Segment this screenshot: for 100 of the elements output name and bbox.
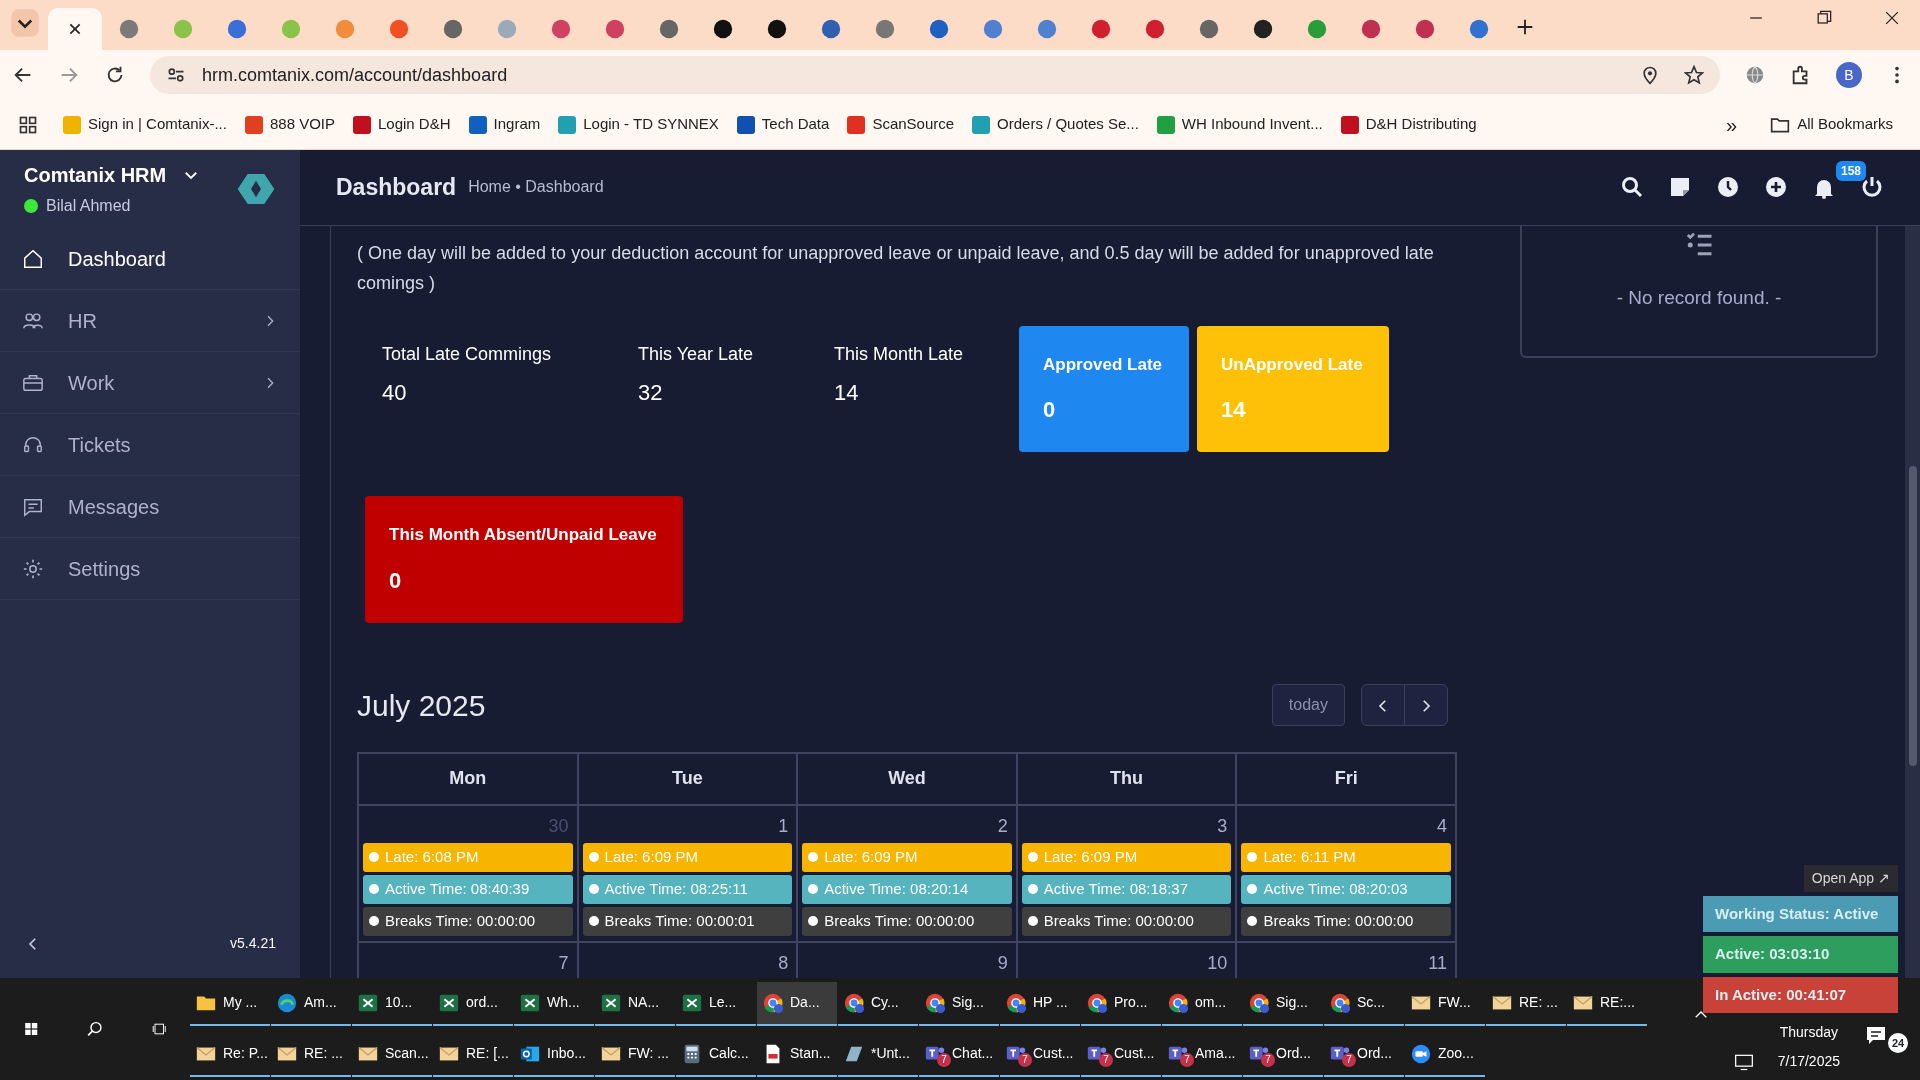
browser-icon	[762, 991, 784, 1014]
plus-circle-icon[interactable]	[1764, 175, 1788, 200]
browser-icon	[843, 991, 865, 1014]
search-icon[interactable]	[1620, 175, 1644, 200]
stat-label: This Month Late	[834, 342, 965, 366]
calendar-event[interactable]: Breaks Time: 00:00:00	[802, 906, 1012, 936]
calendar-title: July 2025	[357, 687, 486, 724]
taskbar-item[interactable]: Cy...	[838, 981, 918, 1026]
stat-label: Approved Late	[1043, 353, 1164, 376]
status-row: Working Status: Active	[1703, 895, 1898, 932]
taskbar-item[interactable]: RE:...	[1567, 981, 1647, 1026]
stat-value: 14	[1221, 396, 1247, 425]
home-icon	[22, 247, 44, 270]
bookmark-link[interactable]: D&H Distributing	[1365, 113, 1477, 136]
stat-label: UnApproved Late	[1221, 353, 1364, 376]
settings-icon	[22, 557, 44, 580]
taskbar-item[interactable]: 7 Cust...	[1081, 1032, 1161, 1077]
profile-avatar[interactable]: B	[1836, 62, 1862, 88]
taskbar-item[interactable]: My ...	[190, 981, 270, 1026]
calendar-event[interactable]: Breaks Time: 00:00:01	[582, 906, 793, 936]
taskbar-item[interactable]: NA...	[595, 981, 675, 1026]
taskbar-item[interactable]: 7 Ama...	[1162, 1032, 1242, 1077]
bookmark-link[interactable]: Login D&H	[378, 113, 451, 136]
browser-icon	[1086, 991, 1108, 1014]
bookmark-link[interactable]: Ingram	[493, 113, 541, 136]
open-app-button[interactable]: Open App ↗	[1803, 864, 1898, 892]
close-icon[interactable]	[67, 21, 83, 37]
taskbar-item[interactable]: Zoo...	[1405, 1032, 1485, 1077]
stat-value: 0	[1043, 396, 1057, 425]
day-header: Tue	[577, 752, 798, 805]
calendar-event[interactable]: Breaks Time: 00:00:00	[1021, 906, 1232, 936]
taskbar-item[interactable]: Re: P...	[190, 1032, 270, 1077]
taskbar-item[interactable]: Am...	[271, 981, 351, 1026]
unread-badge: 7	[1342, 1052, 1356, 1067]
today-button[interactable]: today	[1271, 684, 1345, 727]
taskbar-item[interactable]: Le...	[676, 981, 756, 1026]
calendar-event[interactable]: Breaks Time: 00:00:00	[1241, 906, 1451, 936]
tab-list-icon[interactable]	[10, 8, 40, 38]
date-number: 9	[996, 951, 1009, 975]
location-pin-icon[interactable]	[1640, 65, 1660, 85]
taskbar-item[interactable]: 10...	[352, 981, 432, 1026]
taskbar-item[interactable]: FW...	[1405, 981, 1485, 1026]
user-name: Bilal Ahmed	[46, 196, 131, 216]
site-settings-icon[interactable]	[166, 65, 186, 85]
clock-day[interactable]: Thursday	[1777, 1022, 1840, 1043]
taskbar-item[interactable]: Inbo...	[514, 1032, 594, 1077]
taskbar-item[interactable]: RE: ...	[271, 1032, 351, 1077]
bookmark-link[interactable]: WH Inbound Invent...	[1181, 113, 1323, 136]
power-icon[interactable]	[1860, 175, 1884, 200]
bookmark-link[interactable]: Sign in | Comtanix-...	[88, 113, 227, 136]
address-bar[interactable]: hrm.comtanix.com/account/dashboard	[150, 56, 1720, 94]
scrollbar[interactable]	[1905, 225, 1920, 978]
bookmark-link[interactable]: Orders / Quotes Se...	[997, 113, 1139, 136]
taskbar-item[interactable]: Pro...	[1081, 981, 1161, 1026]
bookmark-link[interactable]: ScanSource	[872, 113, 955, 136]
clock-date[interactable]: 7/17/2025	[1777, 1051, 1840, 1072]
taskbar-item[interactable]: 7 Ord...	[1324, 1032, 1404, 1077]
taskbar-item[interactable]: Stan...	[757, 1032, 837, 1077]
more-bookmarks-button[interactable]: »	[1726, 109, 1738, 140]
browser-icon	[1167, 991, 1189, 1014]
taskbar-item[interactable]: Da...	[757, 981, 837, 1026]
taskbar-item[interactable]: 7 Chat...	[919, 1032, 999, 1077]
taskbar-item[interactable]: HP ...	[1000, 981, 1080, 1026]
clock-icon[interactable]	[1716, 175, 1740, 200]
taskbar-item[interactable]: Sig...	[919, 981, 999, 1026]
taskbar-item[interactable]: RE: [...	[433, 1032, 513, 1077]
browser-icon	[1329, 991, 1351, 1014]
stat-label: This Year Late	[638, 342, 755, 366]
taskbar-item[interactable]: Sig...	[1243, 981, 1323, 1026]
edge-icon	[276, 991, 298, 1014]
stat-label: This Month Absent/Unpaid Leave	[389, 524, 658, 547]
page-title: Dashboard	[336, 173, 457, 203]
notification-count: 158	[1836, 160, 1867, 181]
globe-icon[interactable]	[1744, 64, 1766, 86]
taskbar-item[interactable]: 7 Ord...	[1243, 1032, 1323, 1077]
notification-count: 24	[1888, 1033, 1908, 1054]
taskbar-item[interactable]: FW: ...	[595, 1032, 675, 1077]
taskbar-item[interactable]: 7 Cust...	[1000, 1032, 1080, 1077]
taskbar-item[interactable]: om...	[1162, 981, 1242, 1026]
taskbar-item[interactable]: ord...	[433, 981, 513, 1026]
date-number: 30	[547, 814, 570, 838]
taskbar-item[interactable]: RE: ...	[1486, 981, 1566, 1026]
taskbar-item[interactable]: Scan...	[352, 1032, 432, 1077]
monitor-icon[interactable]	[1733, 1052, 1754, 1072]
taskbar-item[interactable]: Wh...	[514, 981, 594, 1026]
taskbar-item[interactable]: *Unt...	[838, 1032, 918, 1077]
star-icon[interactable]	[1684, 65, 1704, 85]
bookmark-link[interactable]: 888 VOIP	[269, 113, 335, 136]
date-number: 4	[1436, 814, 1448, 838]
taskbar-item[interactable]: Calc...	[676, 1032, 756, 1077]
apps-grid-icon[interactable]	[18, 114, 38, 135]
date-number: 3	[1216, 814, 1229, 838]
bookmark-link[interactable]: Login - TD SYNNEX	[583, 113, 719, 136]
calendar-event[interactable]: Breaks Time: 00:00:00	[363, 906, 573, 936]
taskbar-item[interactable]: Sc...	[1324, 981, 1404, 1026]
all-bookmarks-link[interactable]: All Bookmarks	[1797, 113, 1893, 136]
unread-badge: 7	[1180, 1052, 1194, 1067]
bookmark-link[interactable]: Tech Data	[761, 113, 830, 136]
unread-badge: 7	[1099, 1052, 1113, 1067]
stat-label: Total Late Commings	[382, 342, 553, 366]
